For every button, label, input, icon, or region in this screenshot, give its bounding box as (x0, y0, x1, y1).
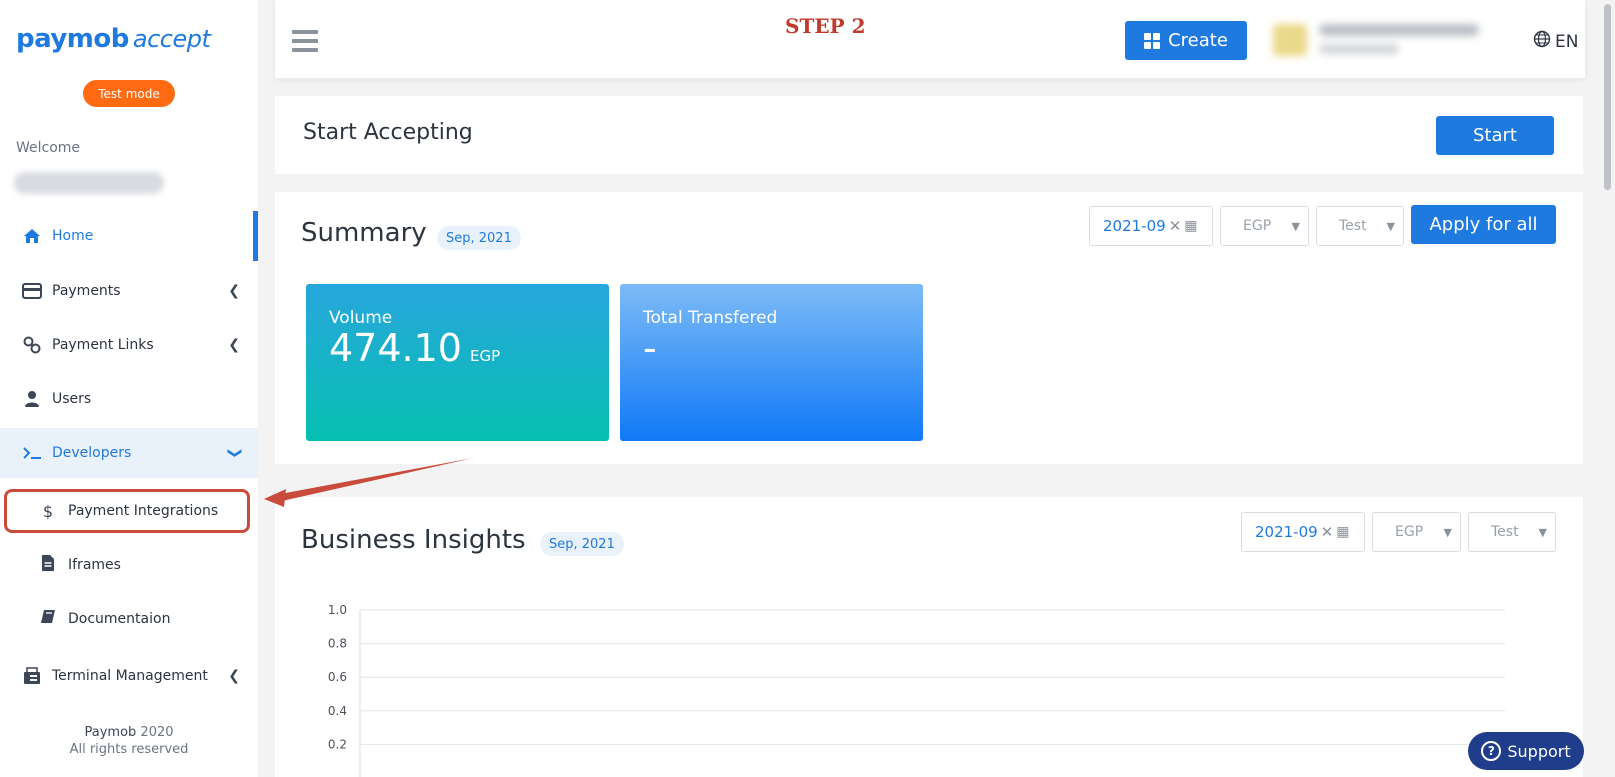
sidebar-item-label: Payment Links (52, 337, 154, 353)
sidebar-footer: Paymob 2020 All rights reserved (0, 724, 258, 758)
home-icon (22, 226, 42, 246)
total-transferred-value: - (643, 326, 657, 370)
terminal-icon (22, 443, 42, 463)
language-label: EN (1555, 31, 1579, 52)
start-button[interactable]: Start (1436, 116, 1554, 155)
chevron-down-icon: ▼ (1386, 219, 1395, 233)
footer-year: 2020 (140, 725, 174, 740)
volume-tile: Volume 474.10 EGP (306, 284, 609, 441)
calendar-icon[interactable]: ▦ (1184, 218, 1197, 234)
mode-value: Test (1339, 218, 1367, 234)
fax-icon (22, 666, 42, 686)
hamburger-menu-icon[interactable] (292, 30, 318, 52)
sidebar: paymob accept Test mode Welcome Home Paym… (0, 0, 258, 777)
volume-unit: EGP (469, 347, 501, 365)
sidebar-item-label: Terminal Management (52, 668, 208, 684)
y-tick-label: 0.6 (328, 670, 347, 684)
total-transferred-tile: Total Transfered - (620, 284, 923, 441)
y-tick-label: 0.4 (328, 704, 347, 718)
support-label: Support (1507, 741, 1571, 761)
globe-icon (1533, 30, 1551, 53)
support-button[interactable]: ? Support (1468, 732, 1584, 770)
language-selector[interactable]: EN (1533, 30, 1578, 53)
sidebar-item-label: Home (52, 228, 94, 244)
volume-value: 474.10 (329, 326, 462, 370)
currency-value: EGP (1243, 218, 1272, 234)
y-tick-label: 0.8 (328, 637, 347, 651)
file-icon (38, 554, 58, 576)
chevron-left-icon: ❮ (228, 668, 240, 684)
link-icon (22, 335, 42, 355)
sidebar-item-label: Users (52, 391, 92, 407)
sidebar-subitem-label: Documentaion (68, 611, 171, 627)
chevron-down-icon: ❮ (226, 447, 243, 459)
paymob-logo[interactable]: paymob accept (16, 24, 211, 54)
volume-value-row: 474.10 EGP (329, 326, 500, 370)
step-annotation: STEP 2 (785, 14, 866, 38)
top-bar: STEP 2 Create EN (275, 0, 1585, 78)
clear-icon[interactable]: ✕ (1169, 217, 1182, 235)
summary-mode-select[interactable]: Test ▼ (1316, 206, 1404, 246)
sidebar-item-payment-links[interactable]: Payment Links ❮ (0, 320, 258, 370)
help-icon: ? (1481, 741, 1502, 761)
footer-rights: All rights reserved (69, 742, 189, 757)
business-insights-card: Business Insights Sep, 2021 2021-09 ✕ ▦ … (275, 497, 1583, 777)
sidebar-item-label: Payments (52, 283, 121, 299)
date-value: 2021-09 (1103, 217, 1166, 235)
apply-for-all-button[interactable]: Apply for all (1411, 205, 1556, 244)
start-accepting-card: Start Accepting Start (275, 96, 1583, 174)
summary-card: Summary Sep, 2021 2021-09 ✕ ▦ EGP ▼ Test… (275, 192, 1583, 464)
footer-brand: Paymob (84, 725, 137, 740)
sidebar-subitem-iframes[interactable]: Iframes (0, 541, 258, 589)
sidebar-item-users[interactable]: Users (0, 374, 258, 424)
user-icon (22, 389, 42, 409)
summary-title: Summary (301, 218, 427, 248)
sidebar-item-developers[interactable]: Developers ❮ (0, 428, 258, 478)
chevron-down-icon: ▼ (1291, 219, 1300, 233)
book-icon (38, 609, 58, 629)
welcome-label: Welcome (16, 140, 81, 156)
sidebar-subitem-label: Iframes (68, 557, 121, 573)
sidebar-subitem-documentation[interactable]: Documentaion (0, 595, 258, 643)
create-button[interactable]: Create (1125, 21, 1247, 60)
volume-label: Volume (329, 308, 393, 328)
y-tick-label: 1.0 (328, 603, 347, 617)
scrollbar-thumb[interactable] (1604, 4, 1611, 190)
user-menu-blurred[interactable] (1273, 20, 1493, 60)
logo-brand: paymob (16, 24, 129, 54)
grid-icon (1144, 32, 1161, 49)
summary-date-badge: Sep, 2021 (437, 226, 521, 250)
username-blurred (14, 172, 164, 194)
chevron-left-icon: ❮ (228, 283, 240, 299)
credit-card-icon (22, 281, 42, 301)
summary-currency-select[interactable]: EGP ▼ (1220, 206, 1309, 246)
logo-product: accept (132, 25, 211, 53)
create-button-label: Create (1168, 30, 1228, 51)
chevron-left-icon: ❮ (228, 337, 240, 353)
y-tick-label: 0.2 (328, 737, 347, 751)
start-accepting-title: Start Accepting (303, 120, 473, 145)
business-insights-chart: 1.0 0.8 0.6 0.4 0.2 (328, 603, 1505, 777)
page-scrollbar[interactable] (1600, 0, 1615, 777)
total-transferred-label: Total Transfered (643, 308, 778, 328)
sidebar-item-label: Developers (52, 445, 132, 461)
annotation-highlight-box (4, 489, 250, 533)
sidebar-item-terminal-management[interactable]: Terminal Management ❮ (0, 651, 258, 701)
sidebar-item-payments[interactable]: Payments ❮ (0, 266, 258, 316)
summary-date-picker[interactable]: 2021-09 ✕ ▦ (1089, 206, 1213, 246)
sidebar-item-home[interactable]: Home (0, 211, 258, 261)
test-mode-badge: Test mode (83, 80, 175, 107)
